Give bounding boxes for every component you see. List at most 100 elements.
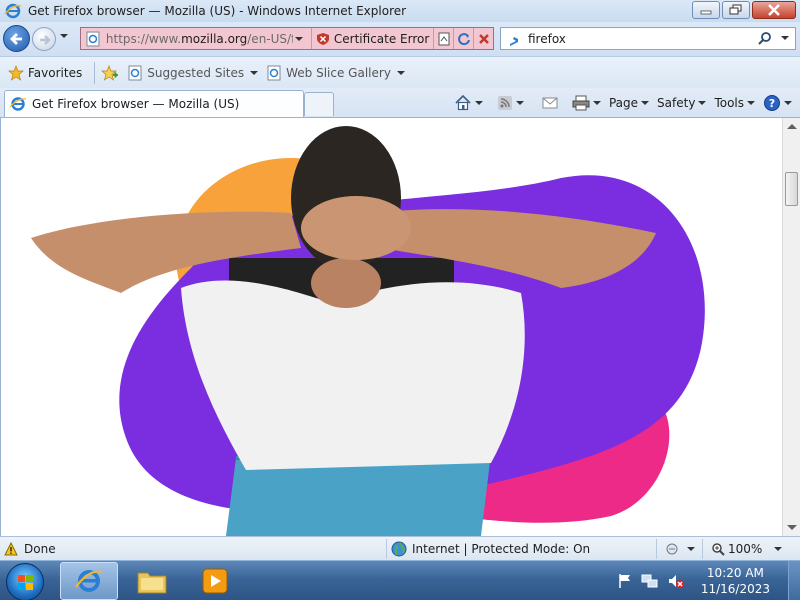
- new-tab-button[interactable]: [304, 92, 334, 116]
- favorites-button[interactable]: Favorites: [8, 61, 82, 85]
- ie-icon: [4, 3, 22, 19]
- status-done-label: Done: [24, 541, 56, 556]
- back-button[interactable]: [3, 25, 30, 52]
- media-player-icon: [202, 568, 228, 594]
- safety-menu-dropdown: [698, 101, 707, 105]
- minimize-button[interactable]: [692, 1, 720, 19]
- address-dropdown[interactable]: [294, 36, 303, 41]
- window-controls: [690, 1, 796, 19]
- url-suffix: /en-US/fi: [247, 31, 293, 46]
- close-button[interactable]: [752, 1, 796, 19]
- search-input[interactable]: [528, 31, 758, 46]
- security-zone[interactable]: Internet | Protected Mode: On: [386, 539, 654, 559]
- favorites-star-icon: [8, 64, 24, 81]
- ie-page-icon: [128, 65, 142, 80]
- network-icon[interactable]: [641, 573, 659, 589]
- start-icon: [18, 575, 33, 590]
- restore-button[interactable]: [722, 1, 750, 19]
- mail-button[interactable]: [532, 96, 558, 110]
- cert-error-icon: [316, 32, 329, 45]
- favorites-separator: [94, 61, 96, 84]
- zoom-level: 100%: [728, 542, 763, 556]
- refresh-icon: [457, 32, 470, 45]
- address-bar[interactable]: https://www.mozilla.org/en-US/fi Certifi…: [80, 27, 494, 50]
- security-zone-label: Internet | Protected Mode: On: [412, 542, 591, 556]
- volume-muted-icon[interactable]: [667, 573, 685, 589]
- help-button[interactable]: ?: [763, 94, 792, 112]
- taskbar-internet-explorer[interactable]: [60, 562, 118, 600]
- address-url[interactable]: https://www.mozilla.org/en-US/fi: [106, 32, 293, 46]
- feeds-icon: [497, 96, 512, 110]
- zoom-control[interactable]: 100%: [702, 539, 798, 559]
- ie-icon: [9, 97, 27, 111]
- suggested-sites-label: Suggested Sites: [147, 65, 245, 80]
- search-dropdown[interactable]: [781, 36, 789, 40]
- safety-menu-label: Safety: [657, 96, 696, 110]
- warning-icon: [4, 541, 18, 555]
- web-slice-dropdown[interactable]: [396, 70, 405, 75]
- svg-text:?: ?: [769, 97, 775, 110]
- system-tray: 10:20 AM 11/16/2023: [617, 561, 800, 600]
- flag-icon[interactable]: [617, 573, 633, 589]
- forward-button[interactable]: [32, 27, 56, 51]
- certificate-error-button[interactable]: Certificate Error: [310, 28, 433, 49]
- feeds-dropdown[interactable]: [515, 101, 524, 105]
- ie-icon: [75, 570, 103, 592]
- scroll-up-arrow[interactable]: [787, 124, 797, 129]
- web-slice-gallery-label: Web Slice Gallery: [286, 65, 391, 80]
- suggested-sites-link[interactable]: Suggested Sites: [127, 65, 259, 81]
- url-domain: mozilla.org: [181, 31, 248, 46]
- favorites-bar: Favorites Suggested Sites Web Slice Gall…: [0, 56, 800, 88]
- vertical-scrollbar[interactable]: [782, 118, 800, 536]
- scroll-down-arrow[interactable]: [787, 525, 797, 530]
- suggested-sites-dropdown[interactable]: [250, 70, 259, 75]
- start-button[interactable]: [6, 563, 44, 600]
- protection-icon: [666, 543, 678, 555]
- person-neck: [311, 258, 381, 308]
- search-icon[interactable]: [757, 31, 773, 47]
- mail-icon: [542, 97, 558, 109]
- add-favorite-icon[interactable]: [101, 64, 119, 81]
- show-desktop-button[interactable]: [788, 561, 800, 600]
- page-menu-dropdown: [641, 101, 650, 105]
- taskbar-media-player[interactable]: [190, 562, 240, 600]
- page-menu-label: Page: [608, 96, 639, 110]
- close-icon: [768, 4, 780, 16]
- tab-active[interactable]: Get Firefox browser — Mozilla (US): [4, 90, 304, 117]
- home-dropdown[interactable]: [474, 101, 483, 105]
- tab-title: Get Firefox browser — Mozilla (US): [32, 97, 240, 111]
- safety-menu[interactable]: Safety: [657, 96, 707, 110]
- scroll-thumb[interactable]: [785, 172, 798, 206]
- zoom-icon: [712, 543, 725, 556]
- restore-icon: [729, 4, 742, 15]
- web-slice-gallery-link[interactable]: Web Slice Gallery: [266, 65, 405, 81]
- taskbar-windows-explorer[interactable]: [124, 562, 180, 600]
- tools-menu-label: Tools: [714, 96, 744, 110]
- stop-icon: [478, 33, 489, 44]
- feeds-button[interactable]: [491, 95, 524, 111]
- globe-icon: [391, 541, 407, 557]
- minimize-icon: [700, 10, 712, 15]
- clock[interactable]: 10:20 AM 11/16/2023: [701, 565, 770, 597]
- url-prefix: https://www.: [105, 31, 182, 46]
- page-menu[interactable]: Page: [608, 96, 650, 110]
- compatibility-view-button[interactable]: [433, 28, 453, 49]
- print-dropdown[interactable]: [592, 101, 601, 105]
- search-box[interactable]: [500, 27, 796, 50]
- tools-menu-dropdown: [747, 101, 755, 105]
- help-dropdown[interactable]: [784, 101, 792, 105]
- status-text: Done: [4, 541, 384, 556]
- home-button[interactable]: [454, 94, 483, 112]
- tools-menu[interactable]: Tools: [714, 96, 755, 110]
- stop-button[interactable]: [473, 28, 493, 49]
- refresh-button[interactable]: [453, 28, 473, 49]
- print-button[interactable]: [566, 95, 601, 111]
- protected-mode-settings[interactable]: [656, 539, 700, 559]
- compat-icon: [438, 32, 450, 45]
- help-icon: ?: [764, 95, 780, 111]
- bing-icon: [510, 31, 518, 46]
- print-icon: [572, 95, 590, 111]
- command-bar: Page Safety Tools ?: [446, 92, 792, 114]
- recent-pages-dropdown[interactable]: [60, 34, 68, 38]
- zoom-dropdown[interactable]: [774, 547, 783, 551]
